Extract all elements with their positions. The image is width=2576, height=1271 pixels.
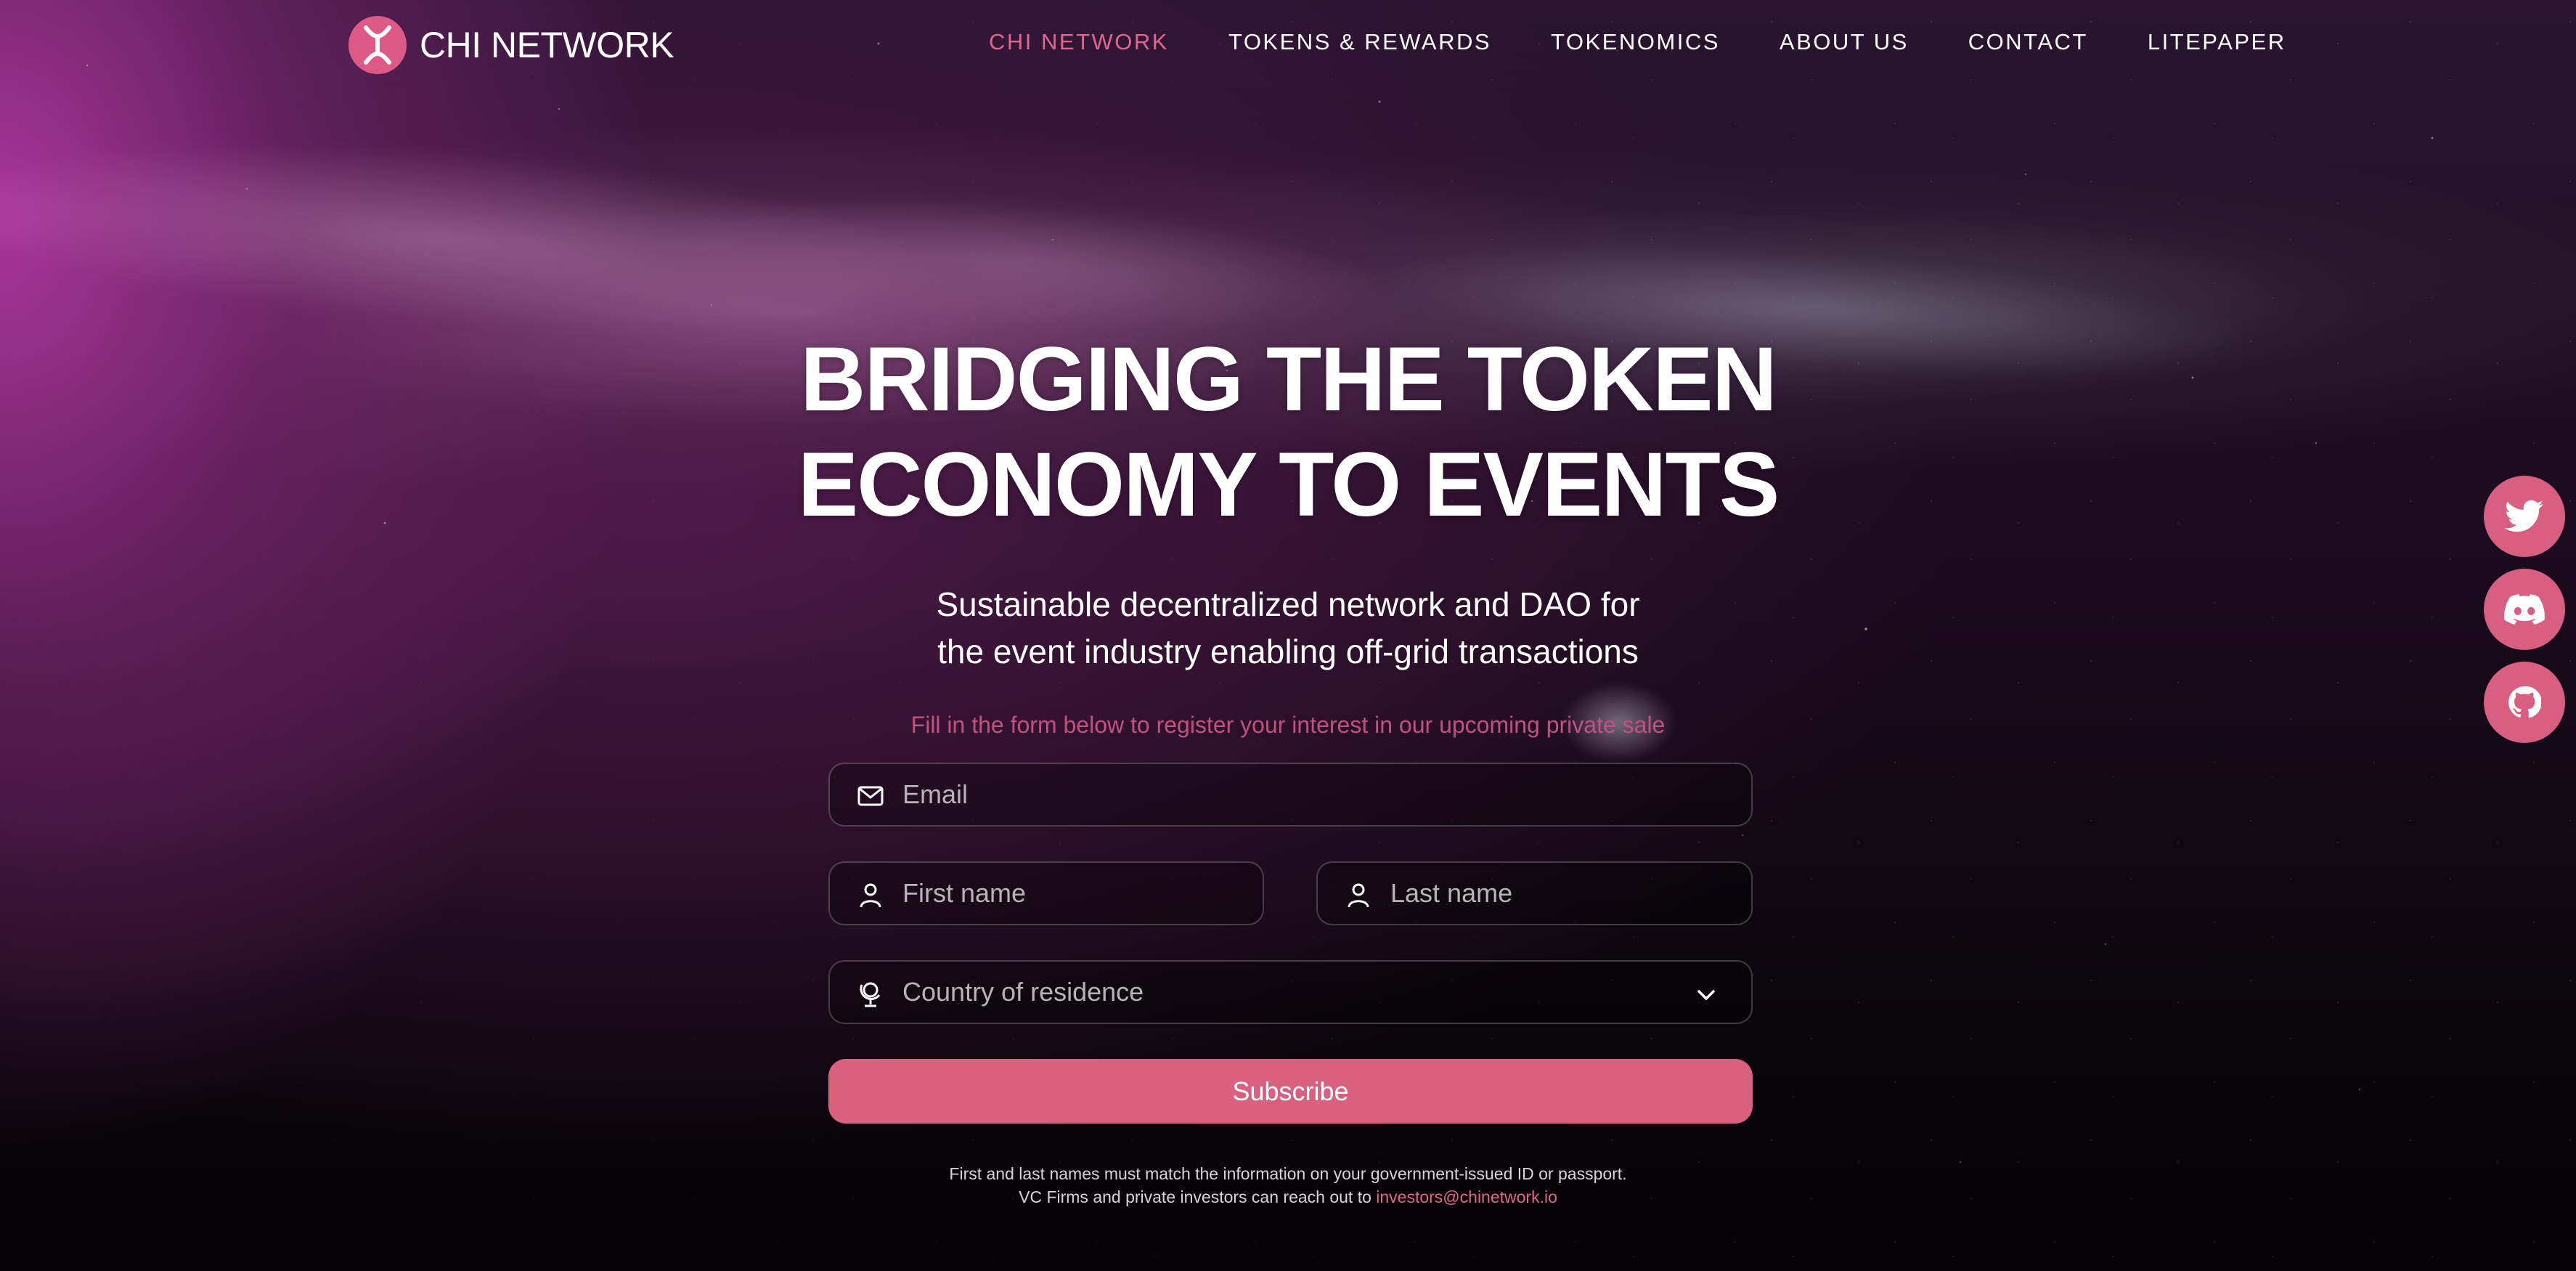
form-intro-note: Fill in the form below to register your … [910, 712, 1666, 738]
first-name-field-wrapper [828, 861, 1264, 925]
investor-email-link[interactable]: investors@chinetwork.io [1376, 1187, 1557, 1206]
nav-item-litepaper[interactable]: LITEPAPER [2148, 29, 2286, 55]
hero-subtitle: Sustainable decentralized network and DA… [0, 581, 2576, 675]
last-name-input[interactable] [1390, 863, 1729, 924]
country-select-value: Country of residence [902, 977, 1144, 1007]
user-icon [860, 883, 881, 908]
nav-item-about-us[interactable]: ABOUT US [1780, 29, 1909, 55]
subscribe-button[interactable]: Subscribe [828, 1059, 1753, 1124]
github-icon [2508, 686, 2541, 718]
hero-title-line-1: BRIDGING THE TOKEN [800, 329, 1777, 430]
nav-item-contact[interactable]: CONTACT [1968, 29, 2088, 55]
twitter-button[interactable] [2484, 476, 2565, 557]
discord-button[interactable] [2484, 569, 2565, 650]
form-footer-note: First and last names must match the info… [0, 1162, 2576, 1209]
nav-item-tokens-rewards[interactable]: TOKENS & REWARDS [1228, 29, 1491, 55]
hero-title-line-2: ECONOMY TO EVENTS [797, 434, 1780, 535]
first-name-input[interactable] [902, 863, 1241, 924]
brand-name: CHI NETWORK [420, 25, 674, 65]
last-name-field-wrapper [1316, 861, 1753, 925]
user-icon [1348, 883, 1369, 908]
brand-logo-link[interactable]: CHI NETWORK [349, 16, 674, 74]
twitter-icon [2505, 500, 2544, 532]
id-match-notice: First and last names must match the info… [949, 1164, 1627, 1183]
chevron-down-icon [1697, 990, 1715, 1000]
discord-icon [2504, 594, 2545, 625]
globe-icon [860, 982, 881, 1007]
hero-section: BRIDGING THE TOKEN ECONOMY TO EVENTS Sus… [0, 327, 2576, 739]
github-button[interactable] [2484, 662, 2565, 743]
nav-item-chi-network[interactable]: CHI NETWORK [989, 29, 1169, 55]
hero-subtitle-line-1: Sustainable decentralized network and DA… [936, 585, 1640, 623]
email-field-wrapper [828, 763, 1753, 827]
site-header: CHI NETWORK CHI NETWORK TOKENS & REWARDS… [0, 0, 2576, 94]
main-nav: CHI NETWORK TOKENS & REWARDS TOKENOMICS … [989, 29, 2286, 55]
email-input[interactable] [902, 764, 1729, 825]
hero-subtitle-line-2: the event industry enabling off-grid tra… [937, 633, 1639, 670]
country-select[interactable]: Country of residence [828, 960, 1753, 1024]
envelope-icon [857, 786, 884, 806]
nav-item-tokenomics[interactable]: TOKENOMICS [1551, 29, 1720, 55]
hero-title: BRIDGING THE TOKEN ECONOMY TO EVENTS [0, 327, 2576, 537]
investor-contact-line: VC Firms and private investors can reach… [0, 1185, 2576, 1209]
chi-logo-icon [349, 16, 407, 74]
investor-contact-text: VC Firms and private investors can reach… [1019, 1187, 1377, 1206]
